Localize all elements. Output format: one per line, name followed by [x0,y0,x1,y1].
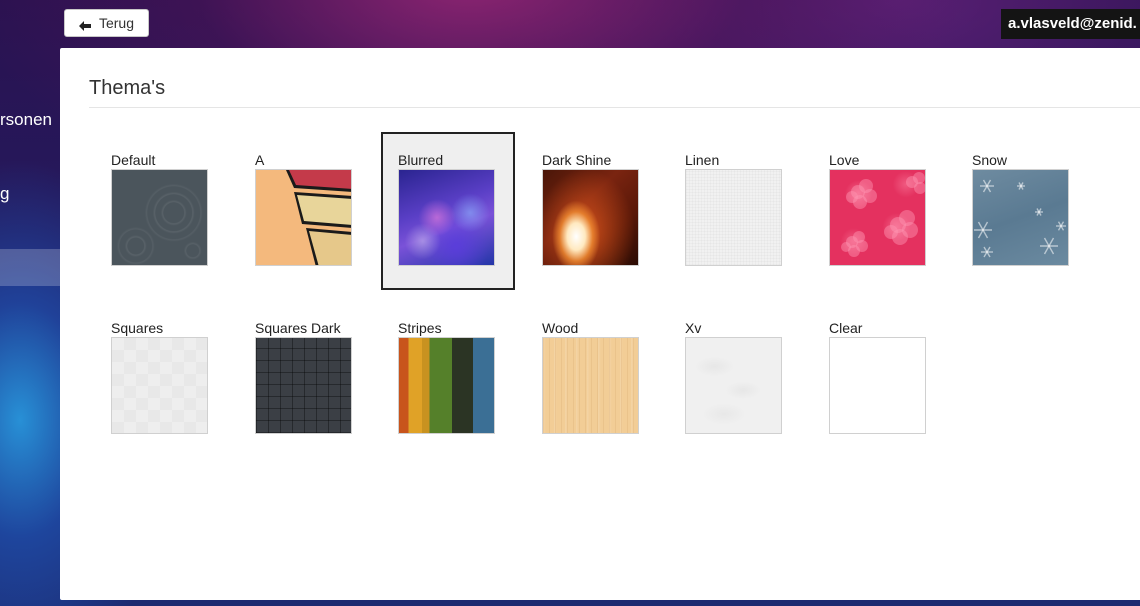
theme-dark-shine[interactable]: Dark Shine [542,132,676,290]
theme-xv[interactable]: Xv [685,300,819,458]
sidebar-item-personen[interactable]: rsonen [0,110,52,130]
theme-label: Squares Dark [255,320,341,336]
theme-preview-squares-dark [255,337,352,434]
theme-squares-dark[interactable]: Squares Dark [255,300,389,458]
theme-blurred[interactable]: Blurred [381,132,515,290]
theme-preview-stripes [398,337,495,434]
sidebar-item-2[interactable]: g [0,184,9,204]
back-button-label: Terug [98,15,135,31]
theme-label: Xv [685,320,702,336]
theme-clear[interactable]: Clear [829,300,963,458]
theme-label: Stripes [398,320,442,336]
theme-squares[interactable]: Squares [111,300,245,458]
theme-love[interactable]: Love [829,132,963,290]
theme-preview-default [111,169,208,266]
theme-wood[interactable]: Wood [542,300,676,458]
theme-preview-linen [685,169,782,266]
back-button[interactable]: Terug [64,9,149,37]
sidebar-item-active[interactable] [0,249,60,286]
main-panel: Thema's Default A Blurred Dark Shine Lin [60,48,1140,600]
theme-preview-xv [685,337,782,434]
theme-label: A [255,152,265,168]
theme-preview-clear [829,337,926,434]
theme-preview-squares [111,337,208,434]
theme-snow[interactable]: Snow [972,132,1106,290]
theme-default[interactable]: Default [111,132,245,290]
theme-stripes[interactable]: Stripes [398,300,532,458]
user-account-badge[interactable]: a.vlasveld@zenid. [1001,9,1140,39]
theme-preview-blurred [398,169,495,266]
theme-preview-love [829,169,926,266]
theme-label: Default [111,152,156,168]
arrow-left-icon [78,18,91,31]
theme-preview-snow [972,169,1069,266]
theme-label: Love [829,152,860,168]
theme-a[interactable]: A [255,132,389,290]
theme-label: Blurred [398,152,444,168]
theme-label: Wood [542,320,579,336]
theme-preview-wood [542,337,639,434]
page-title: Thema's [89,77,166,99]
theme-label: Dark Shine [542,152,612,168]
theme-label: Linen [685,152,720,168]
theme-label: Clear [829,320,863,336]
title-divider [89,107,1140,108]
theme-linen[interactable]: Linen [685,132,819,290]
theme-preview-dark-shine [542,169,639,266]
theme-label: Squares [111,320,164,336]
theme-label: Snow [972,152,1008,168]
theme-preview-a [255,169,352,266]
